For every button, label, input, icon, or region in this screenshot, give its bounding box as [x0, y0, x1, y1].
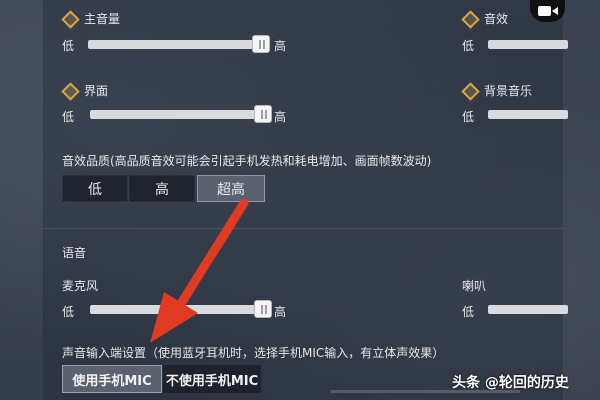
red-arrow-annotation — [150, 198, 249, 343]
watermark-text: 头条 @轮回的历史 — [452, 375, 569, 391]
